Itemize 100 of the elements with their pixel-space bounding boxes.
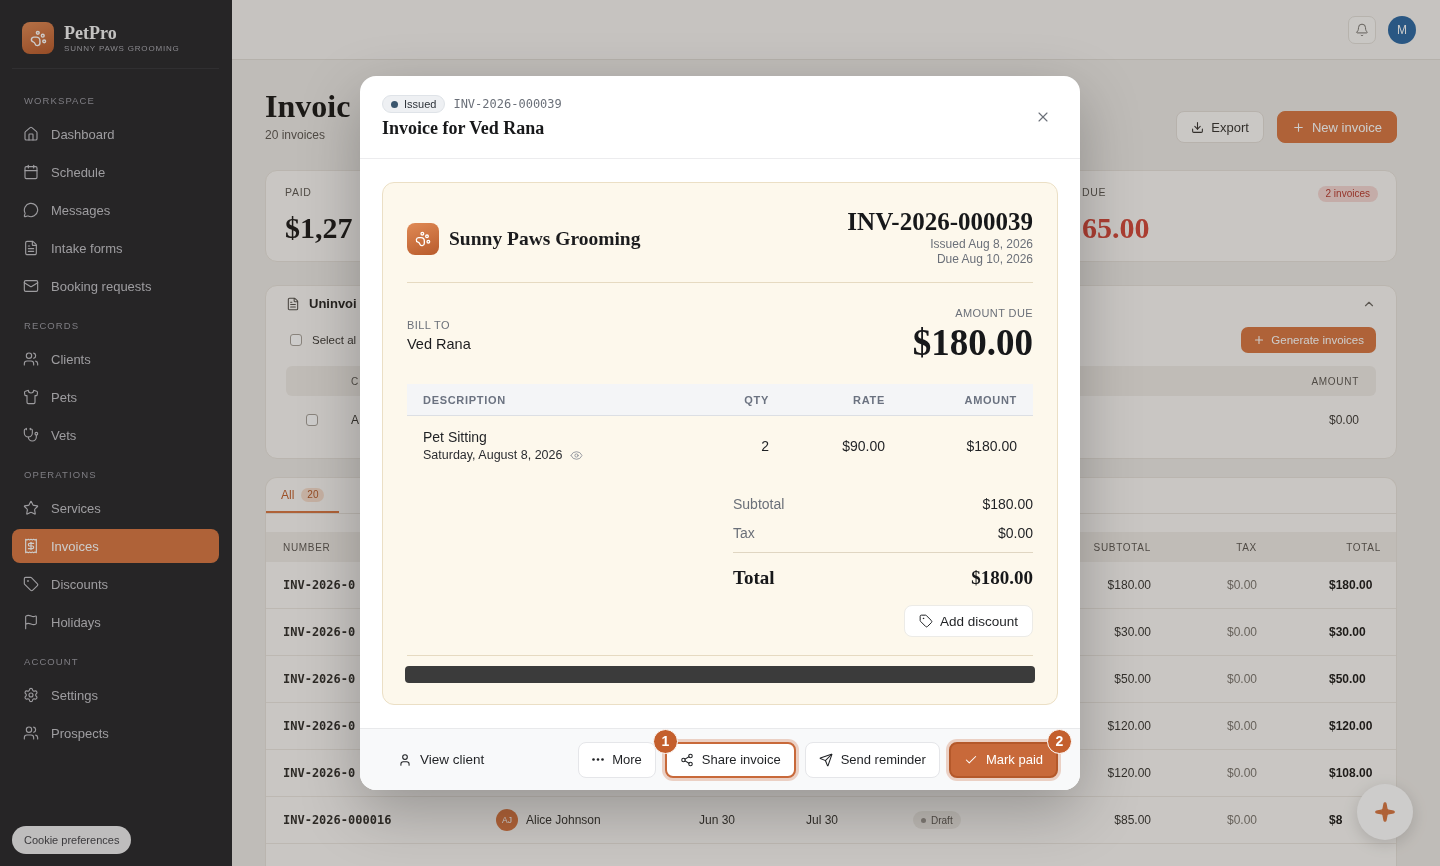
share-icon: [679, 752, 694, 767]
count-badge: 2 invoices: [1317, 186, 1378, 202]
amount-cell-text: $180.00: [965, 438, 1017, 454]
dialog-title: Invoice for Ved Rana: [382, 117, 546, 139]
people-icon: [23, 351, 39, 367]
nav-item[interactable]: Prospects: [12, 716, 219, 750]
panel-title: Uninvoi: [309, 296, 357, 311]
subtotal-cell-text: $30.00: [1113, 625, 1151, 639]
nav-item[interactable]: Intake forms: [12, 231, 219, 265]
eye-icon[interactable]: [570, 448, 584, 462]
column-header: C: [351, 375, 360, 387]
stat-label: DUE: [1082, 186, 1108, 199]
nav-item[interactable]: Holidays: [12, 605, 219, 639]
nav-item[interactable]: Settings: [12, 678, 219, 712]
nav-item[interactable]: Booking requests: [12, 269, 219, 303]
date-cell-text: Jul 30: [806, 813, 840, 827]
invoice-number-cell-text: INV-2026-0: [283, 719, 357, 733]
select-all-label: Select al: [312, 334, 357, 346]
star-icon: [23, 500, 39, 516]
column-header: NUMBER: [283, 541, 332, 553]
amount-due: $180.00: [912, 321, 1033, 365]
people-icon: [23, 725, 39, 741]
nav-item[interactable]: Schedule: [12, 155, 219, 189]
shirt-icon: [23, 389, 39, 405]
checkbox[interactable]: [290, 334, 302, 346]
subtotal-cell-text: $120.00: [1106, 719, 1151, 733]
total-value: $180.00: [971, 566, 1033, 589]
checkbox[interactable]: [306, 414, 318, 426]
table-cell-text: A: [351, 413, 360, 427]
column-header: TAX: [1235, 541, 1257, 553]
rate-cell-text: $90.00: [841, 438, 885, 454]
nav-item[interactable]: Invoices: [12, 529, 219, 563]
stat-label: PAID: [285, 186, 313, 199]
column-header: TOTAL: [1345, 541, 1381, 553]
nav-item[interactable]: Pets: [12, 380, 219, 414]
client-name: Alice Johnson: [526, 813, 601, 827]
view-client-button[interactable]: View client: [390, 746, 493, 773]
add-discount-button[interactable]: Add discount: [903, 605, 1033, 637]
section-label: WORKSPACE: [23, 94, 96, 108]
page-title: Invoic: [265, 87, 351, 126]
tax-cell-text: $0.00: [1225, 813, 1257, 827]
tax-cell-text: $0.00: [1225, 672, 1257, 686]
user-avatar[interactable]: M: [1388, 15, 1416, 44]
column-header: RATE: [852, 393, 885, 406]
tax-cell-text: $0.00: [1225, 625, 1257, 639]
action-button[interactable]: More: [578, 741, 656, 778]
nav-item[interactable]: Vets: [12, 418, 219, 452]
status-dot-icon: [921, 817, 926, 823]
chat-bubble-icon: [23, 202, 39, 218]
tag-icon: [918, 614, 933, 628]
nav-item[interactable]: Dashboard: [12, 117, 219, 151]
person-icon: [398, 752, 412, 767]
stethoscope-icon: [23, 427, 39, 443]
column-header: QTY: [743, 393, 769, 406]
brand-name: PetPro: [64, 22, 118, 43]
subtotal-cell-text: $85.00: [1113, 813, 1151, 827]
nav-item[interactable]: Clients: [12, 342, 219, 376]
tax-cell-text: $0.00: [1225, 766, 1257, 780]
issued-date: Issued Aug 8, 2026: [930, 237, 1033, 252]
amount-due-label: AMOUNT DUE: [955, 306, 1033, 321]
paw-logo-icon: [407, 223, 439, 255]
subtotal-cell-text: $120.00: [1106, 766, 1151, 780]
status-label: Draft: [931, 814, 953, 826]
filter-tab[interactable]: All 20: [266, 478, 340, 513]
invoice-number: INV-2026-000039: [453, 97, 562, 111]
tax-cell-text: $0.00: [1225, 719, 1257, 733]
column-header: DESCRIPTION: [423, 393, 507, 406]
envelope-icon: [23, 278, 39, 294]
export-button[interactable]: Export: [1176, 111, 1264, 143]
receipt-icon: [23, 538, 39, 554]
status-label: Issued: [404, 98, 437, 110]
plus-icon: [1253, 334, 1266, 346]
column-header: AMOUNT: [963, 393, 1017, 406]
bell-icon: [1355, 22, 1369, 37]
flag-icon: [23, 614, 39, 630]
send-icon: [818, 752, 833, 767]
column-header: SUBTOTAL: [1092, 541, 1151, 553]
document-icon: [286, 296, 300, 311]
generate-invoices-button[interactable]: Generate invoices: [1241, 327, 1376, 353]
total-cell-text: $120.00: [1328, 719, 1374, 733]
notifications-button[interactable]: [1348, 15, 1376, 44]
step-marker: 1: [652, 728, 678, 754]
nav-item[interactable]: Services: [12, 491, 219, 525]
cookie-preferences-button[interactable]: Cookie preferences: [12, 826, 132, 854]
document-icon: [23, 240, 39, 256]
step-marker: 2: [1047, 728, 1072, 754]
total-cell-text: $180.00: [1328, 578, 1374, 592]
summary-value: $0.00: [997, 525, 1033, 541]
business-name: Sunny Paws Grooming: [449, 228, 641, 250]
action-button[interactable]: Send reminder: [804, 741, 940, 778]
invoice-number-cell-text: INV-2026-0: [283, 578, 357, 592]
total-cell-text: $108.00: [1328, 766, 1374, 780]
more-icon: [592, 758, 605, 761]
summary-label: Tax: [733, 525, 755, 541]
client-name: Ved Rana: [407, 335, 471, 354]
nav-item[interactable]: Messages: [12, 193, 219, 227]
new-invoice-button[interactable]: New invoice: [1276, 111, 1397, 143]
nav-item[interactable]: Discounts: [12, 567, 219, 601]
summary-value: $180.00: [982, 496, 1033, 512]
line-description: Pet Sitting: [423, 428, 488, 446]
